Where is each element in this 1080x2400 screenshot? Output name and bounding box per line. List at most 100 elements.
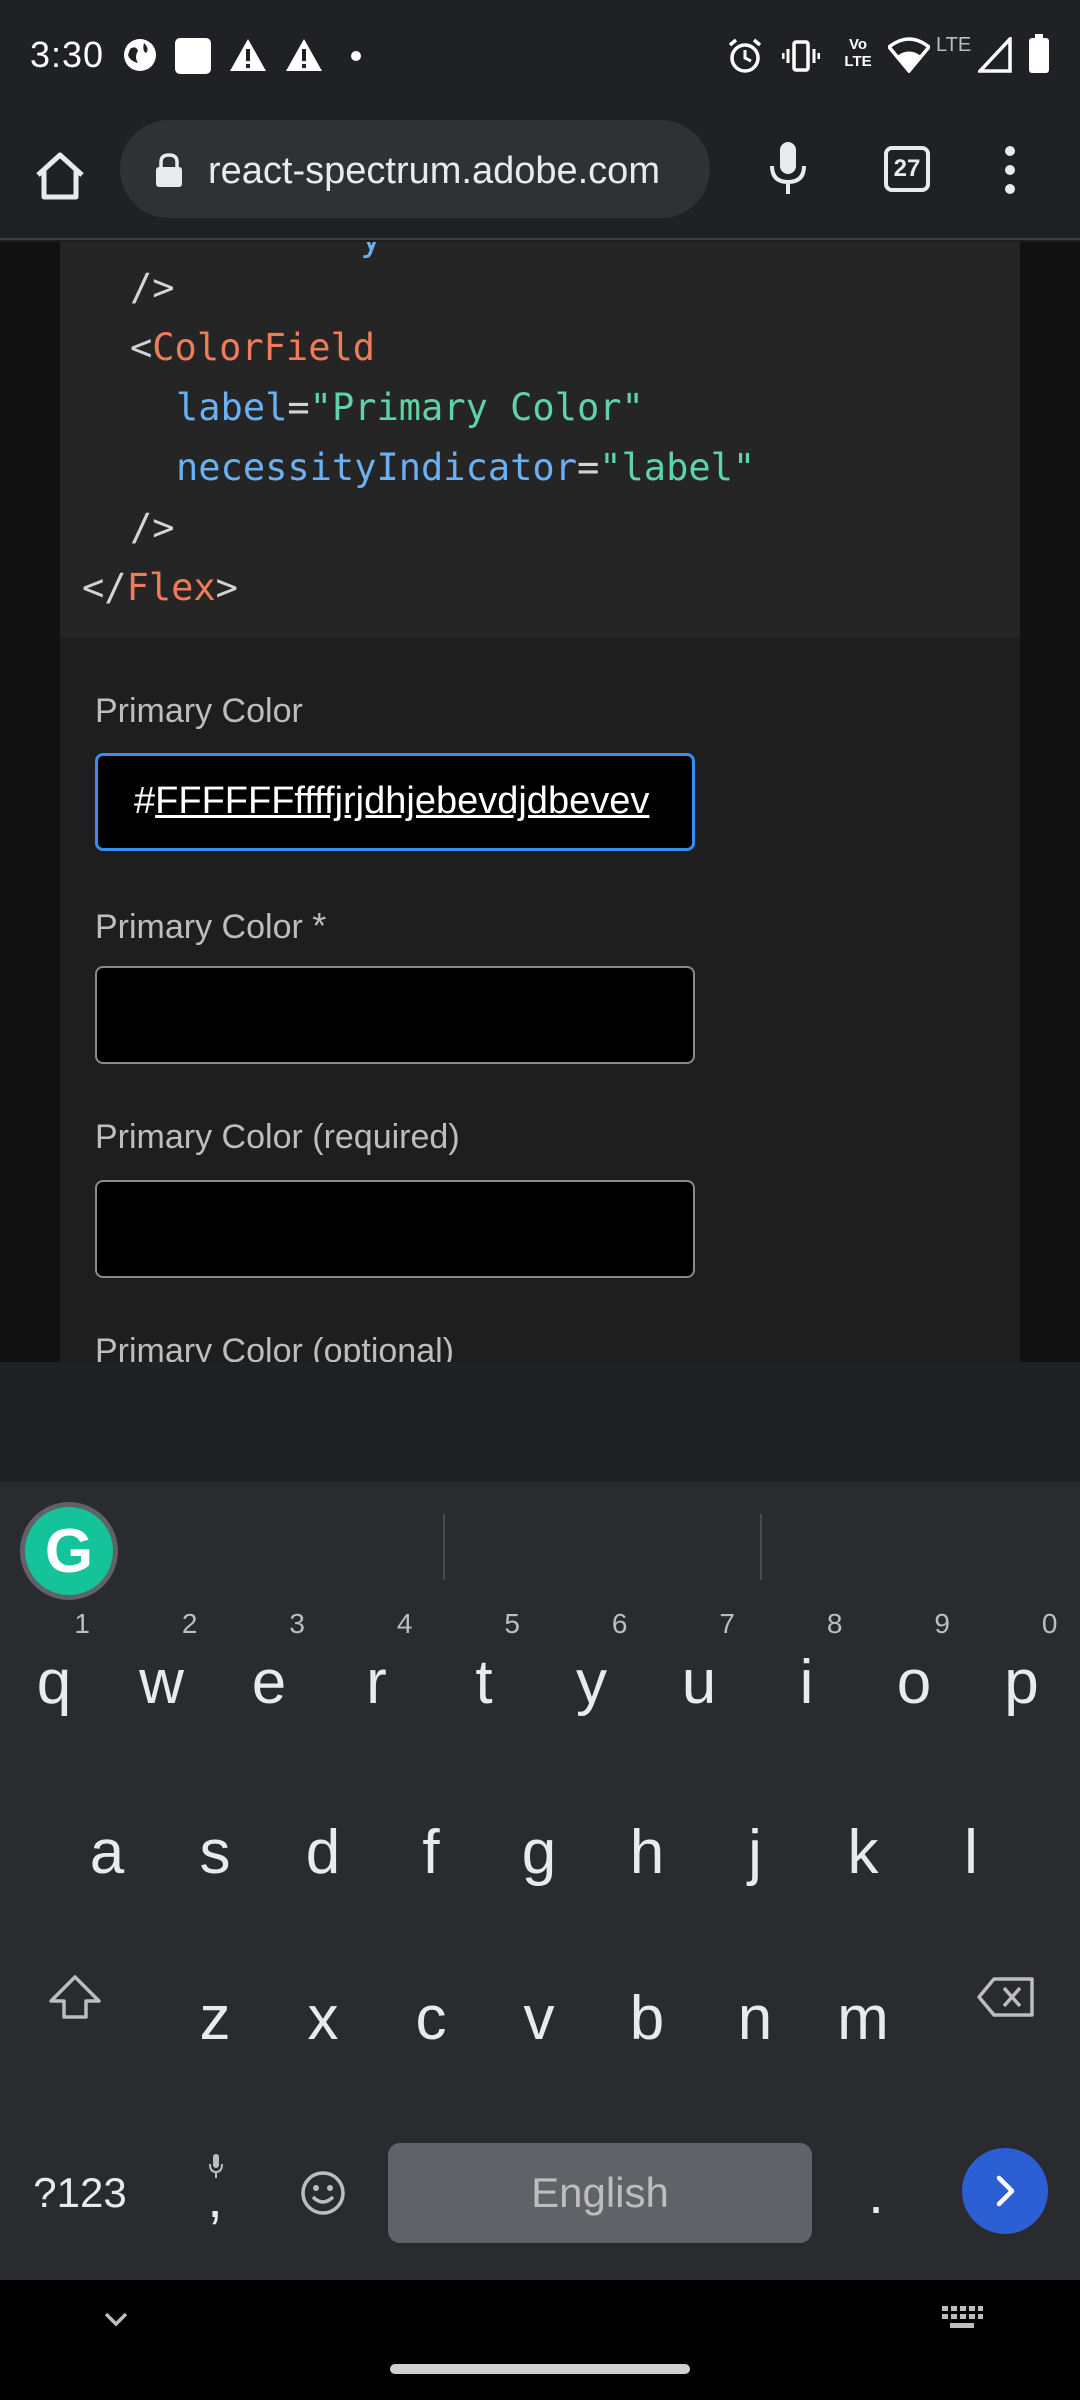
key-letter: a xyxy=(89,1818,125,1887)
hide-keyboard-button[interactable] xyxy=(96,2304,136,2334)
key-u[interactable]: 7u xyxy=(649,1602,749,1742)
key-letter: e xyxy=(251,1648,287,1717)
address-bar[interactable]: react-spectrum.adobe.com xyxy=(120,120,710,218)
key-number-hint: 9 xyxy=(934,1608,950,1639)
key-letter: d xyxy=(305,1818,341,1887)
key-letter: h xyxy=(629,1818,665,1887)
key-t[interactable]: 5t xyxy=(434,1602,534,1742)
field-label: Primary Color xyxy=(95,692,303,730)
code-line: label="Primary Color" xyxy=(176,386,644,429)
key-s[interactable]: s xyxy=(165,1782,265,1922)
period-key[interactable]: . xyxy=(836,2143,916,2243)
key-a[interactable]: a xyxy=(57,1782,157,1922)
symbols-key[interactable]: ?123 xyxy=(20,2143,140,2243)
key-number-hint: 6 xyxy=(611,1608,628,1639)
backspace-icon xyxy=(977,1977,1034,2017)
alarm-icon xyxy=(728,38,762,73)
key-r[interactable]: 4r xyxy=(327,1602,427,1742)
color-field-input[interactable]: #FFFFFFffffjrjdhjebevdjdbevev xyxy=(95,753,695,851)
key-b[interactable]: b xyxy=(597,1948,697,2088)
vibrate-icon xyxy=(782,40,820,72)
code-example: y /> <ColorField label="Primary Color" n… xyxy=(60,242,1020,638)
key-number-hint: 5 xyxy=(504,1608,520,1639)
color-field-value: #FFFFFFffffjrjdhjebevdjdbevev xyxy=(134,780,650,822)
web-page: y /> <ColorField label="Primary Color" n… xyxy=(0,242,1080,1362)
status-time: 3:30 xyxy=(30,34,105,75)
key-e[interactable]: 3e xyxy=(219,1602,319,1742)
key-letter: b xyxy=(629,1984,665,2053)
suggestion-divider xyxy=(443,1514,445,1580)
key-n[interactable]: n xyxy=(705,1948,805,2088)
key-j[interactable]: j xyxy=(705,1782,805,1922)
key-h[interactable]: h xyxy=(597,1782,697,1922)
status-bar: 3:30 Vo LTE LTE xyxy=(0,0,1080,114)
key-c[interactable]: c xyxy=(381,1948,481,2088)
home-button[interactable] xyxy=(28,144,92,208)
key-letter: x xyxy=(307,1984,339,2053)
key-v[interactable]: v xyxy=(489,1948,589,2088)
color-field-input-required-icon[interactable] xyxy=(95,966,695,1064)
key-o[interactable]: 9o xyxy=(864,1602,964,1742)
soft-keyboard: G 1q2w3e4r5t6y7u8i9o0p asdfghjkl zxcvbnm… xyxy=(0,1482,1080,2280)
shift-key[interactable] xyxy=(30,1942,120,2052)
field-label: Primary Color * xyxy=(95,905,327,946)
key-z[interactable]: z xyxy=(165,1948,265,2088)
key-k[interactable]: k xyxy=(813,1782,913,1922)
key-i[interactable]: 8i xyxy=(757,1602,857,1742)
key-letter: j xyxy=(748,1818,762,1887)
key-letter: q xyxy=(36,1648,72,1717)
code-component-name: ColorField xyxy=(152,326,376,369)
voice-search-button[interactable] xyxy=(756,136,820,200)
backspace-key[interactable] xyxy=(956,1942,1056,2052)
code-line: necessityIndicator="label" xyxy=(176,446,756,489)
home-icon xyxy=(36,152,84,200)
space-key[interactable]: English xyxy=(388,2143,812,2243)
code-line: /> xyxy=(130,266,175,309)
key-number-hint: 4 xyxy=(396,1608,413,1639)
url-text: react-spectrum.adobe.com xyxy=(208,150,660,192)
go-key[interactable] xyxy=(962,2148,1048,2234)
key-q[interactable]: 1q xyxy=(4,1602,104,1742)
key-letter: y xyxy=(576,1648,607,1717)
key-letter: p xyxy=(1004,1648,1039,1717)
key-letter: o xyxy=(896,1648,932,1717)
menu-dot-icon xyxy=(1005,165,1015,175)
lte-label: LTE xyxy=(936,34,972,56)
key-letter: r xyxy=(366,1648,387,1717)
key-letter: u xyxy=(681,1648,717,1717)
key-y[interactable]: 6y xyxy=(542,1602,642,1742)
comma-key[interactable]: , xyxy=(180,2143,250,2243)
tab-switcher-button[interactable]: 27 xyxy=(884,146,930,192)
key-d[interactable]: d xyxy=(273,1782,373,1922)
emoji-key[interactable] xyxy=(280,2143,366,2243)
key-letter: v xyxy=(523,1984,555,2053)
color-field-input-required-label[interactable] xyxy=(95,1180,695,1278)
key-m[interactable]: m xyxy=(813,1948,913,2088)
chevron-down-icon xyxy=(104,2312,128,2327)
battery-icon xyxy=(1029,34,1049,73)
key-g[interactable]: g xyxy=(489,1782,589,1922)
warning-icon xyxy=(286,39,322,71)
grammarly-button[interactable]: G xyxy=(20,1502,118,1600)
menu-dot-icon xyxy=(1005,184,1015,194)
code-line-cutoff: y xyxy=(360,242,382,259)
key-l[interactable]: l xyxy=(921,1782,1021,1922)
key-number-hint: 1 xyxy=(74,1608,90,1639)
key-number-hint: 0 xyxy=(1041,1608,1058,1639)
key-f[interactable]: f xyxy=(381,1782,481,1922)
code-line: <ColorField xyxy=(130,326,376,369)
square-notification-icon xyxy=(175,38,211,74)
key-letter: l xyxy=(964,1818,978,1887)
wifi-icon xyxy=(888,37,930,73)
volte-icon: Vo LTE xyxy=(844,36,872,70)
dot-icon xyxy=(351,51,361,61)
warning-icon xyxy=(230,39,266,71)
keyboard-switch-button[interactable] xyxy=(940,2302,984,2332)
chevron-right-icon xyxy=(996,2175,1015,2207)
key-letter: n xyxy=(737,1984,773,2053)
key-w[interactable]: 2w xyxy=(112,1602,212,1742)
more-options-button[interactable] xyxy=(990,140,1030,200)
key-x[interactable]: x xyxy=(273,1948,373,2088)
key-p[interactable]: 0p xyxy=(972,1602,1072,1742)
home-gesture-bar[interactable] xyxy=(390,2364,690,2374)
